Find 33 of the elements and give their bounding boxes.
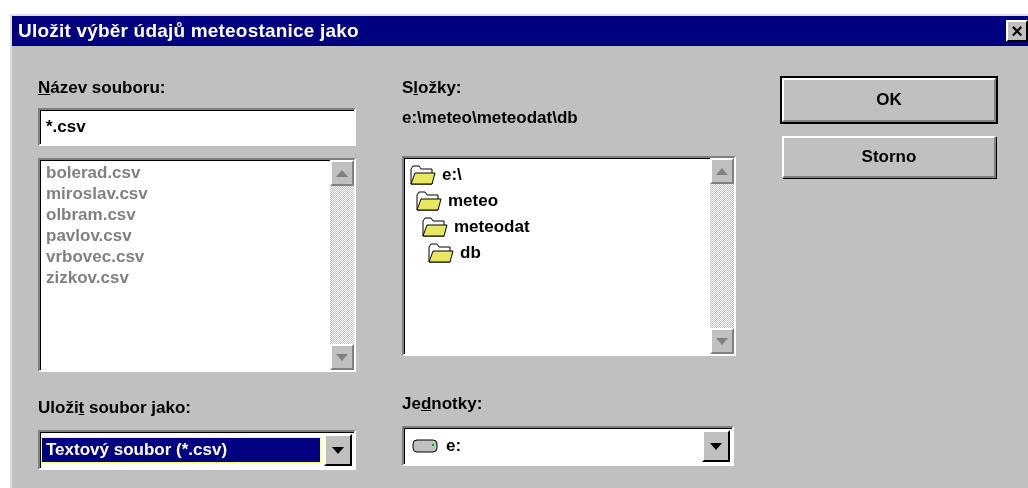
folder-item[interactable]: meteo — [448, 191, 499, 211]
save-type-label: Uložit soubor jako: — [38, 398, 192, 419]
drive-icon — [412, 439, 438, 453]
folder-icon — [416, 191, 442, 211]
scroll-down-arrow-icon — [716, 337, 728, 345]
folder-icon — [428, 243, 454, 263]
scroll-up-arrow-icon — [336, 169, 348, 177]
save-type-dropdown[interactable]: Textový soubor (*.csv) — [38, 430, 356, 470]
folder-item[interactable]: db — [460, 243, 481, 263]
folders-label: Složky: — [402, 78, 463, 99]
folder-icon — [422, 217, 448, 237]
scrollbar[interactable] — [710, 158, 734, 354]
window-title: Uložit výběr údajů meteostanice jako — [18, 20, 359, 42]
drive-value: e: — [446, 436, 463, 456]
current-path: e:\meteo\meteodat\db — [402, 108, 579, 129]
folder-icon — [410, 165, 436, 185]
scroll-up-arrow-icon — [716, 167, 728, 175]
save-type-value: Textový soubor (*.csv) — [42, 438, 320, 462]
drives-label: Jednotky: — [402, 394, 484, 415]
file-name-field[interactable]: *.csv — [38, 108, 356, 146]
scroll-down-arrow-icon — [336, 353, 348, 361]
close-button[interactable]: × — [1006, 20, 1028, 42]
caret-icon — [710, 442, 722, 450]
caret-icon — [332, 446, 344, 454]
file-name-label: Název souboru: — [38, 78, 167, 99]
folder-item[interactable]: meteodat — [454, 217, 530, 237]
drive-dropdown[interactable]: e: — [402, 426, 734, 466]
scrollbar[interactable] — [330, 160, 354, 370]
cancel-button[interactable]: Storno — [782, 136, 996, 178]
dropdown-button[interactable] — [702, 430, 730, 462]
dropdown-button[interactable] — [324, 434, 352, 466]
folder-item[interactable]: e:\ — [442, 165, 462, 185]
ok-button[interactable]: OK — [782, 78, 996, 122]
